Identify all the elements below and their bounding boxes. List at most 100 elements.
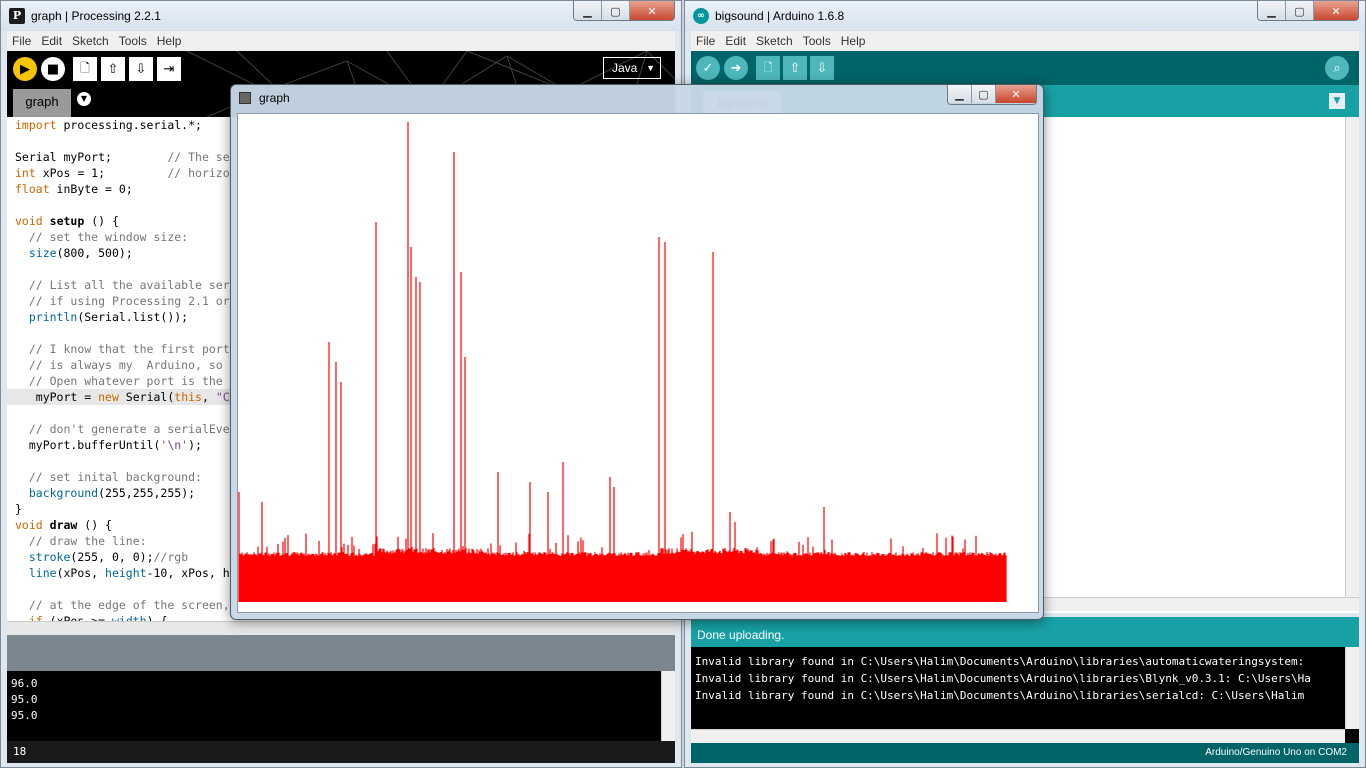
export-button[interactable]: ⇥: [157, 57, 181, 81]
graph-window-icon: [239, 92, 251, 104]
new-button[interactable]: 🗋: [73, 57, 97, 81]
save-button[interactable]: ⇩: [810, 56, 834, 80]
minimize-button[interactable]: ▁: [948, 85, 972, 103]
code-line: // at the edge of the screen,: [28, 598, 230, 612]
serial-monitor-button[interactable]: ⌕: [1325, 56, 1349, 80]
save-icon: ⇩: [135, 61, 147, 77]
open-button[interactable]: ⇧: [101, 57, 125, 81]
arduino-title: bigsound | Arduino 1.6.8: [715, 9, 845, 23]
code-line: Serial myPort; // The se: [15, 150, 230, 164]
arduino-window-controls: ▁ ▢ ✕: [1257, 1, 1359, 21]
minimize-button[interactable]: ▁: [1258, 1, 1286, 20]
console-vscroll[interactable]: [661, 671, 675, 741]
menu-help[interactable]: Help: [152, 34, 187, 48]
maximize-button[interactable]: ▢: [972, 85, 996, 103]
arduino-titlebar[interactable]: ∞ bigsound | Arduino 1.6.8 ▁ ▢ ✕: [685, 1, 1365, 31]
board-status: Arduino/Genuino Uno on COM2: [691, 743, 1359, 763]
arduino-toolbar: ✓ ➜ 🗋 ⇧ ⇩ ⌕: [691, 51, 1359, 85]
graph-title: graph: [259, 91, 290, 105]
save-button[interactable]: ⇩: [129, 57, 153, 81]
code-line: import processing.serial.*;: [15, 118, 202, 132]
graph-canvas: [237, 113, 1039, 613]
maximize-button[interactable]: ▢: [602, 1, 630, 20]
console-line: 95.0: [11, 693, 38, 706]
menu-edit[interactable]: Edit: [720, 34, 751, 48]
upload-button[interactable]: ➜: [724, 56, 748, 80]
close-button[interactable]: ✕: [996, 85, 1036, 103]
processing-status-line: 18: [7, 741, 675, 763]
upload-icon: ➜: [730, 60, 742, 76]
verify-icon: ✓: [702, 60, 714, 76]
verify-button[interactable]: ✓: [696, 56, 720, 80]
arduino-message-bar: Done uploading.: [691, 617, 1359, 647]
code-line: // set inital background:: [28, 470, 202, 484]
stop-button[interactable]: ■: [41, 57, 65, 81]
serial-monitor-icon: ⌕: [1333, 60, 1341, 76]
new-button[interactable]: 🗋: [756, 56, 780, 80]
code-line: // set the window size:: [28, 230, 189, 244]
graph-window: graph ▁ ▢ ✕: [230, 84, 1044, 620]
menu-help[interactable]: Help: [836, 34, 871, 48]
code-line: float inByte = 0;: [15, 182, 133, 196]
code-line: myPort.bufferUntil('\n');: [15, 438, 202, 452]
console-line: 95.0: [11, 709, 38, 722]
graph-window-controls: ▁ ▢ ✕: [947, 85, 1037, 105]
processing-logo-icon: P: [9, 8, 25, 24]
menu-file[interactable]: File: [691, 34, 720, 48]
menu-tools[interactable]: Tools: [798, 34, 836, 48]
code-line: // I know that the first port: [28, 342, 230, 356]
minimize-button[interactable]: ▁: [574, 1, 602, 20]
processing-console: 96.0 95.0 95.0: [7, 671, 675, 741]
open-icon: ⇧: [107, 61, 119, 77]
console-line: Invalid library found in C:\Users\Halim\…: [695, 689, 1305, 702]
console-line: 96.0: [11, 677, 38, 690]
mode-selector[interactable]: Java ▼: [603, 57, 661, 79]
code-line: int xPos = 1; // horizo: [15, 166, 230, 180]
console-vscroll[interactable]: [1345, 647, 1359, 729]
menu-file[interactable]: File: [7, 34, 36, 48]
menu-sketch[interactable]: Sketch: [67, 34, 114, 48]
signal-plot: [238, 122, 1007, 602]
upload-status: Done uploading.: [697, 628, 785, 642]
save-icon: ⇩: [816, 60, 828, 76]
code-line: size(800, 500);: [28, 246, 133, 260]
console-line: Invalid library found in C:\Users\Halim\…: [695, 655, 1311, 668]
close-button[interactable]: ✕: [630, 1, 674, 20]
code-line: // Open whatever port is the: [28, 374, 223, 388]
new-icon: 🗋: [80, 60, 90, 75]
mode-label: Java: [612, 61, 638, 75]
arduino-menubar: File Edit Sketch Tools Help: [691, 31, 1359, 51]
code-line: background(255,255,255);: [28, 486, 196, 500]
menu-tools[interactable]: Tools: [114, 34, 152, 48]
arduino-console: Invalid library found in C:\Users\Halim\…: [691, 647, 1359, 743]
arduino-editor-vscroll[interactable]: [1345, 117, 1359, 597]
menu-sketch[interactable]: Sketch: [751, 34, 798, 48]
run-button[interactable]: ▶: [13, 57, 37, 81]
processing-menubar: File Edit Sketch Tools Help: [7, 31, 675, 51]
code-line: // is always my Arduino, so: [28, 358, 223, 372]
export-icon: ⇥: [163, 61, 175, 77]
code-line: println(Serial.list());: [28, 310, 189, 324]
new-icon: 🗋: [763, 60, 773, 74]
processing-window-controls: ▁ ▢ ✕: [573, 1, 675, 21]
graph-titlebar[interactable]: graph ▁ ▢ ✕: [231, 85, 1043, 111]
console-line: Invalid library found in C:\Users\Halim\…: [695, 672, 1311, 685]
tab-menu-button[interactable]: ▼: [1329, 93, 1345, 109]
console-hscroll[interactable]: [691, 729, 1345, 743]
chevron-down-icon: ▼: [646, 63, 655, 73]
code-line: // if using Processing 2.1 or: [28, 294, 230, 308]
close-button[interactable]: ✕: [1314, 1, 1358, 20]
code-line: if (xPos >= width) {: [28, 614, 168, 621]
arduino-logo-icon: ∞: [693, 8, 709, 24]
processing-message-area: [7, 635, 675, 671]
processing-editor-hscroll[interactable]: [7, 621, 675, 635]
open-button[interactable]: ⇧: [783, 56, 807, 80]
menu-edit[interactable]: Edit: [36, 34, 67, 48]
code-line: void draw () {: [15, 518, 112, 532]
tab-menu-button[interactable]: ▼: [77, 92, 91, 106]
maximize-button[interactable]: ▢: [1286, 1, 1314, 20]
code-line: stroke(255, 0, 0);//rgb: [28, 550, 189, 564]
processing-titlebar[interactable]: P graph | Processing 2.2.1 ▁ ▢ ✕: [1, 1, 681, 31]
code-line: }: [15, 502, 22, 516]
tab-graph[interactable]: graph: [13, 89, 71, 117]
